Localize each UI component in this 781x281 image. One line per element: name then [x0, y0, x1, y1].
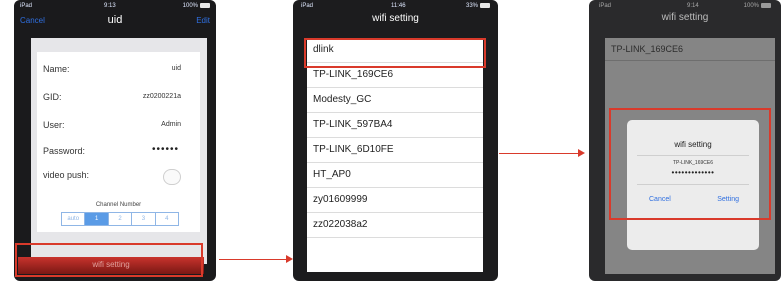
carrier-label: iPad — [599, 3, 612, 9]
channel-option-4[interactable]: 4 — [156, 213, 178, 225]
gid-label: GID: — [43, 92, 62, 102]
user-label: User: — [43, 120, 65, 130]
edit-button[interactable]: Edit — [196, 16, 210, 25]
user-field[interactable]: Admin — [161, 121, 181, 128]
channel-option-2[interactable]: 2 — [109, 213, 133, 225]
status-bar: iPad 9:13 100% — [14, 0, 216, 14]
highlight-wifi-button — [15, 243, 203, 277]
form-panel: Name: uid GID: zz0200221a User: Admin Pa… — [37, 52, 200, 232]
cancel-button[interactable]: Cancel — [20, 16, 45, 25]
page-title: wifi setting — [372, 13, 419, 24]
network-item[interactable]: TP-LINK_6D10FE — [307, 138, 483, 163]
channel-number-label: Channel Number — [95, 202, 142, 208]
battery-icon — [761, 3, 771, 8]
name-field[interactable]: uid — [172, 65, 181, 72]
device-form: Name: uid GID: zz0200221a User: Admin Pa… — [31, 38, 207, 264]
highlight-dialog — [609, 108, 771, 220]
name-row: Name: uid — [43, 60, 195, 80]
gid-field[interactable]: zz0200221a — [143, 93, 181, 100]
arrow-line-1 — [219, 259, 287, 260]
highlight-selected-network — [304, 38, 486, 68]
carrier-label: iPad — [20, 3, 33, 9]
channel-option-auto[interactable]: auto — [62, 213, 86, 225]
network-item[interactable]: zy01609999 — [307, 188, 483, 213]
network-item[interactable]: TP-LINK_597BA4 — [307, 113, 483, 138]
battery-level: 33% — [466, 3, 490, 9]
clock: 11:46 — [391, 3, 406, 9]
name-label: Name: — [43, 64, 70, 74]
network-item[interactable]: Modesty_GC — [307, 88, 483, 113]
network-item[interactable]: zz022038a2 — [307, 213, 483, 238]
page-title: wifi setting — [661, 12, 709, 23]
gid-row: GID: zz0200221a — [43, 88, 195, 108]
clock: 9:13 — [104, 3, 116, 9]
user-row: User: Admin — [43, 116, 195, 136]
password-row: Password: •••••• — [43, 142, 195, 162]
video-push-row: video push: — [43, 166, 195, 186]
video-push-toggle[interactable] — [163, 169, 181, 185]
network-list: dlink TP-LINK_169CE6 Modesty_GC TP-LINK_… — [307, 38, 483, 272]
clock: 9:14 — [687, 3, 699, 9]
network-item[interactable]: HT_AP0 — [307, 163, 483, 188]
nav-bar: uid Cancel Edit — [14, 14, 216, 38]
arrow-line-2 — [499, 153, 579, 154]
password-label: Password: — [43, 146, 86, 156]
network-item[interactable]: TP-LINK_169CE6 — [605, 38, 775, 61]
channel-option-3[interactable]: 3 — [132, 213, 156, 225]
battery-level: 100% — [744, 3, 771, 9]
battery-level: 100% — [183, 3, 210, 9]
arrow-right-icon — [578, 149, 585, 157]
battery-icon — [480, 3, 490, 8]
channel-option-1[interactable]: 1 — [85, 213, 109, 225]
channel-selector: auto 1 2 3 4 — [61, 212, 179, 226]
video-push-label: video push: — [43, 170, 90, 180]
arrow-right-icon — [286, 255, 293, 263]
carrier-label: iPad — [301, 3, 314, 9]
battery-icon — [200, 3, 210, 8]
password-field[interactable]: •••••• — [152, 144, 179, 155]
